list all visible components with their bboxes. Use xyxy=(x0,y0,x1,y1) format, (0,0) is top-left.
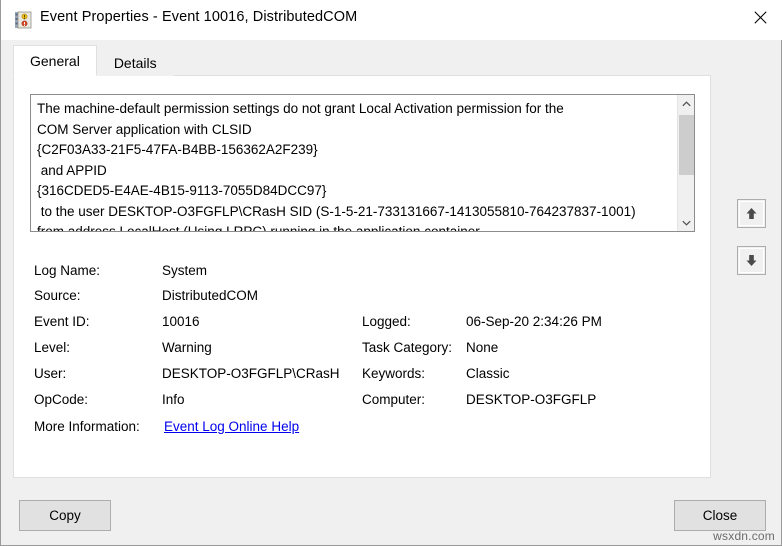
label-user: User: xyxy=(34,366,67,381)
up-arrow-icon xyxy=(739,201,764,226)
label-task-category: Task Category: xyxy=(362,340,453,355)
tab-general[interactable]: General xyxy=(13,45,97,76)
title-bar: Event Properties - Event 10016, Distribu… xyxy=(1,0,782,40)
down-arrow-icon xyxy=(739,248,764,273)
copy-button[interactable]: Copy xyxy=(19,500,111,531)
next-event-button[interactable] xyxy=(737,246,766,275)
tab-strip: General Details xyxy=(13,45,174,76)
previous-event-button[interactable] xyxy=(737,199,766,228)
value-keywords: Classic xyxy=(466,366,510,381)
label-keywords: Keywords: xyxy=(362,366,426,381)
tab-details[interactable]: Details xyxy=(96,48,174,76)
event-log-online-help-link[interactable]: Event Log Online Help xyxy=(164,419,299,434)
value-event-id: 10016 xyxy=(162,314,200,329)
label-logged: Logged: xyxy=(362,314,411,329)
event-fields: Log Name: Source: Event ID: Level: User:… xyxy=(14,76,710,477)
value-user: DESKTOP-O3FGFLP\CRasH xyxy=(162,366,340,381)
label-more-information: More Information: xyxy=(34,419,140,434)
value-level: Warning xyxy=(162,340,212,355)
label-level: Level: xyxy=(34,340,71,355)
label-log-name: Log Name: xyxy=(34,263,101,278)
label-source: Source: xyxy=(34,288,81,303)
value-computer: DESKTOP-O3FGFLP xyxy=(466,392,597,407)
value-source: DistributedCOM xyxy=(162,288,259,303)
copy-button-label: Copy xyxy=(49,508,81,523)
label-event-id: Event ID: xyxy=(34,314,90,329)
close-icon xyxy=(753,10,767,24)
label-computer: Computer: xyxy=(362,392,426,407)
watermark: wsxdn.com xyxy=(713,529,775,543)
tab-details-label: Details xyxy=(113,54,157,71)
close-button-label: Close xyxy=(702,508,738,523)
close-button[interactable]: Close xyxy=(674,500,766,531)
window-title: Event Properties - Event 10016, Distribu… xyxy=(40,9,358,25)
value-logged: 06-Sep-20 2:34:26 PM xyxy=(466,314,602,329)
value-task-category: None xyxy=(466,340,499,355)
value-log-name: System xyxy=(162,263,208,278)
event-properties-window: Event Properties - Event 10016, Distribu… xyxy=(0,0,782,546)
tab-general-label: General xyxy=(30,52,80,69)
close-window-button[interactable] xyxy=(737,0,782,34)
label-opcode: OpCode: xyxy=(34,392,89,407)
general-tab-page: The machine-default permission settings … xyxy=(13,75,711,478)
value-opcode: Info xyxy=(162,392,185,407)
event-properties-icon xyxy=(14,11,32,29)
